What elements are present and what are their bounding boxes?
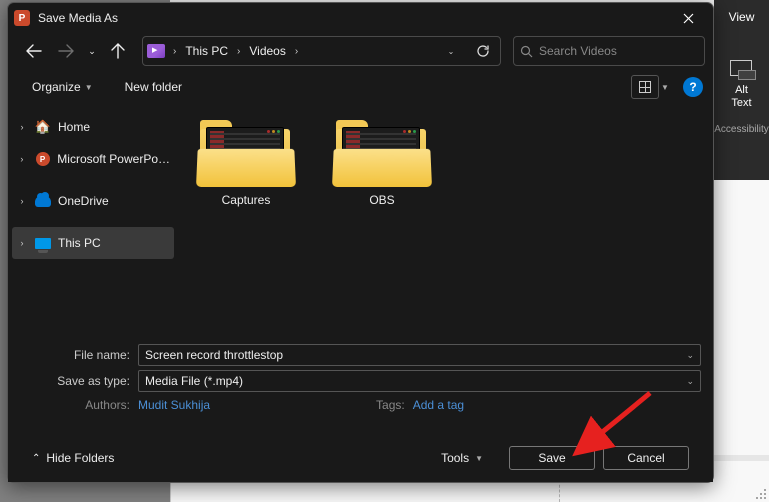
videos-folder-icon (145, 40, 167, 62)
chevron-down-icon: ⌄ (448, 47, 455, 56)
powerpoint-app-icon: P (14, 10, 30, 26)
chevron-right-icon[interactable]: › (169, 46, 180, 57)
resize-grip-icon (755, 488, 767, 500)
expand-icon[interactable]: › (16, 122, 28, 132)
expand-icon[interactable]: › (16, 154, 28, 164)
navigation-pane: › 🏠 Home › Microsoft PowerPoi… › OneDriv… (8, 105, 178, 334)
navigation-row: ⌄ › This PC › Videos › ⌄ (8, 33, 713, 69)
savetype-select[interactable]: Media File (*.mp4) ⌄ (138, 370, 701, 392)
bottom-area: File name: Screen record throttlestop ⌄ … (8, 334, 713, 482)
ribbon-tab-view[interactable]: View (714, 0, 769, 30)
chevron-down-icon: ▼ (475, 454, 483, 463)
expand-icon[interactable]: › (16, 238, 28, 248)
back-arrow-icon (26, 44, 42, 58)
address-bar[interactable]: › This PC › Videos › ⌄ (142, 36, 501, 66)
view-grid-icon (639, 81, 651, 93)
chevron-down-icon[interactable]: ⌄ (686, 350, 694, 361)
ribbon-right: View Alt Text Accessibility (714, 0, 769, 180)
nav-label: Microsoft PowerPoi… (57, 152, 170, 166)
alt-text-icon (730, 60, 754, 80)
folder-icon (196, 117, 296, 187)
folder-obs[interactable]: OBS (332, 117, 432, 207)
new-folder-button[interactable]: New folder (119, 76, 188, 98)
onedrive-icon (34, 193, 52, 209)
folder-captures[interactable]: Captures (196, 117, 296, 207)
breadcrumb-videos[interactable]: Videos (246, 42, 288, 60)
refresh-button[interactable] (468, 37, 498, 65)
nav-item-powerpoint[interactable]: › Microsoft PowerPoi… (12, 143, 174, 175)
folder-icon (332, 117, 432, 187)
chevron-down-icon: ⌄ (88, 46, 96, 57)
nav-item-onedrive[interactable]: › OneDrive (12, 185, 174, 217)
search-input[interactable] (539, 44, 698, 58)
chevron-down-icon[interactable]: ⌄ (686, 376, 694, 387)
chevron-down-icon: ▼ (85, 83, 93, 92)
search-icon (520, 45, 533, 58)
view-dropdown[interactable]: ▼ (661, 81, 675, 94)
nav-item-home[interactable]: › 🏠 Home (12, 111, 174, 143)
breadcrumb-thispc[interactable]: This PC (182, 42, 231, 60)
dialog-title: Save Media As (38, 11, 669, 25)
nav-label: OneDrive (58, 194, 109, 208)
save-media-dialog: P Save Media As ⌄ › This PC › Videos › ⌄ (7, 2, 714, 483)
authors-label: Authors: (20, 398, 130, 412)
filename-input[interactable]: Screen record throttlestop ⌄ (138, 344, 701, 366)
chevron-right-icon[interactable]: › (291, 46, 302, 57)
hide-folders-button[interactable]: ⌃ Hide Folders (32, 451, 114, 465)
organize-button[interactable]: Organize ▼ (26, 76, 99, 98)
refresh-icon (476, 44, 490, 58)
authors-value[interactable]: Mudit Sukhija (138, 398, 210, 412)
folder-label: Captures (222, 193, 271, 207)
help-button[interactable]: ? (683, 77, 703, 97)
address-dropdown[interactable]: ⌄ (436, 37, 466, 65)
save-button[interactable]: Save (509, 446, 595, 470)
up-arrow-icon (111, 43, 125, 59)
alt-text-button[interactable]: Alt Text (731, 84, 751, 110)
tags-label: Tags: (376, 398, 405, 412)
thispc-icon (34, 235, 52, 251)
search-box[interactable] (513, 36, 705, 66)
close-icon (683, 13, 694, 24)
powerpoint-icon (34, 151, 52, 167)
view-options-button[interactable] (631, 75, 659, 99)
nav-label: This PC (58, 236, 101, 250)
cancel-button[interactable]: Cancel (603, 446, 689, 470)
titlebar: P Save Media As (8, 3, 713, 33)
filename-label: File name: (20, 348, 130, 362)
close-button[interactable] (669, 5, 707, 31)
nav-item-thispc[interactable]: › This PC (12, 227, 174, 259)
forward-button[interactable] (52, 37, 80, 65)
tags-value[interactable]: Add a tag (413, 398, 464, 412)
expand-icon[interactable]: › (16, 196, 28, 206)
ribbon-group-accessibility: Accessibility (714, 124, 768, 135)
toolbar: Organize ▼ New folder ▼ ? (8, 69, 713, 105)
recent-dropdown[interactable]: ⌄ (84, 37, 100, 65)
chevron-right-icon[interactable]: › (233, 46, 244, 57)
folder-label: OBS (369, 193, 394, 207)
home-icon: 🏠 (34, 119, 52, 135)
savetype-label: Save as type: (20, 374, 130, 388)
nav-label: Home (58, 120, 90, 134)
content-pane[interactable]: Captures OBS (178, 105, 713, 334)
back-button[interactable] (20, 37, 48, 65)
tools-button[interactable]: Tools ▼ (433, 447, 491, 469)
forward-arrow-icon (58, 44, 74, 58)
up-button[interactable] (104, 37, 132, 65)
chevron-up-icon: ⌃ (32, 453, 40, 464)
